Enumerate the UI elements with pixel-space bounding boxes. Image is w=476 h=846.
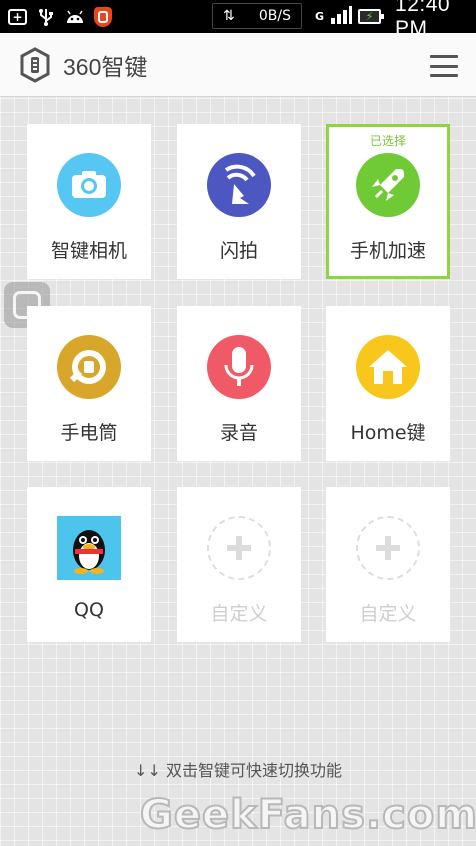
rocket-icon [356,153,420,217]
tile-custom-1[interactable]: 自定义 [177,487,301,642]
data-arrows-icon: ⇅ [223,8,235,24]
flash-touch-icon [207,153,271,217]
tile-flashlight[interactable]: 手电筒 [27,306,151,461]
tile-label: 录音 [219,422,258,444]
battery-charging-icon: ⚡ [358,9,384,24]
tile-label: 手电筒 [60,422,118,444]
status-bar: + ⇅ 0B/S G ⚡ 12:40 PM [0,0,476,40]
signal-type: G [315,10,325,23]
signal-icon [330,5,353,28]
tile-smart-camera[interactable]: 智键相机 [27,124,151,279]
tile-label: Home键 [350,422,426,444]
tile-snap-shot[interactable]: 闪拍 [177,124,301,279]
camera-icon [57,153,121,217]
tile-label: 闪拍 [219,240,258,262]
tile-home-key[interactable]: Home键 [326,306,450,461]
network-speed: ⇅ 0B/S [212,3,302,29]
tile-label: 自定义 [359,603,417,625]
network-speed-value: 0B/S [258,8,291,24]
tile-label: 智键相机 [50,240,127,262]
add-icon [356,516,420,580]
selected-tag: 已选择 [369,134,406,148]
plus-box-icon: + [8,8,27,25]
tile-qq[interactable]: QQ [27,487,151,642]
app-title: 360智键 [63,53,148,80]
add-icon [207,516,271,580]
tile-label: 手机加速 [349,240,426,262]
watermark: GeekFans.com [139,791,476,839]
tile-label: QQ [74,599,104,621]
double-click-hint: ↓↓ 双击智键可快速切换功能 [134,761,342,780]
flashlight-icon [57,335,121,399]
home-icon [356,335,420,399]
android-icon [65,8,85,26]
tile-label: 自定义 [210,603,268,625]
usb-icon [36,8,56,26]
360-shield-icon [94,6,112,27]
app-bar: 360智键 [0,33,476,97]
qq-penguin-icon [57,516,121,580]
tile-phone-boost[interactable]: 已选择 手机加速 [326,124,450,279]
microphone-icon [207,335,271,399]
hamburger-menu-icon[interactable] [430,55,458,77]
tile-custom-2[interactable]: 自定义 [326,487,450,642]
tile-recorder[interactable]: 录音 [177,306,301,461]
360-key-logo-icon [20,46,50,83]
